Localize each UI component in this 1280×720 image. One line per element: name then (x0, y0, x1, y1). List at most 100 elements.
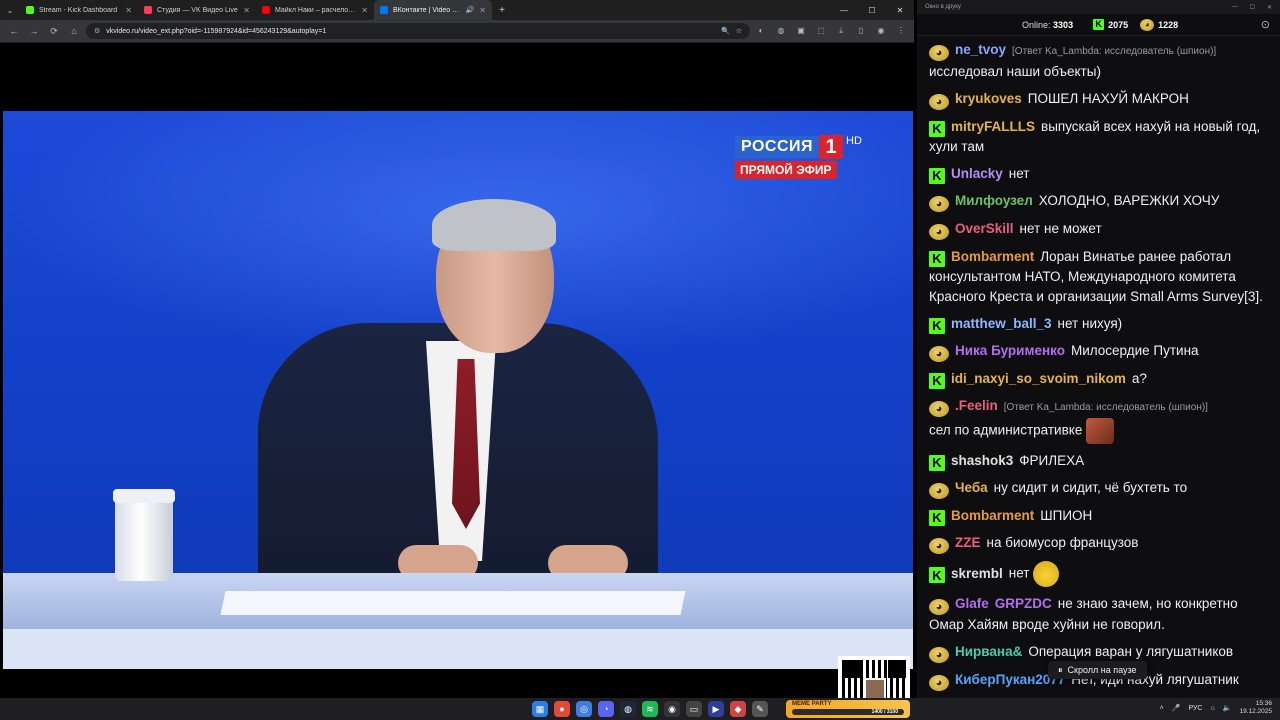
network-icon[interactable]: ⌂ (1211, 705, 1215, 712)
kick-platform-icon: K (929, 120, 945, 137)
meme-party-widget[interactable]: MEME PARTY 1400 / 3100 (786, 700, 910, 718)
chat-username[interactable]: Glafe (955, 596, 989, 611)
chat-message: ◕ Чеба ну сидит и сидит, чё бухтеть то (929, 474, 1270, 502)
chat-username[interactable]: Ника Бурименко (955, 343, 1065, 358)
chat-username[interactable]: Bombarment (951, 249, 1034, 264)
new-tab-button[interactable]: + (492, 0, 512, 20)
chat-message: Kshashok3 ФРИЛЕХА (929, 447, 1270, 474)
close-window-icon[interactable]: ✕ (886, 0, 914, 20)
chat-username[interactable]: Unlacky (951, 166, 1003, 181)
tab-kick-dashboard[interactable]: Stream - Kick Dashboard ✕ (20, 0, 138, 20)
zoom-icon[interactable]: 🔍 (721, 27, 730, 35)
taskbar: ▦ ● ◎ ◔ ◍ ≋ ◉ ▭ ▶ ◆ ✎ MEME PARTY 1400 / … (0, 698, 1280, 720)
widget-progress: 1400 / 3100 (792, 709, 904, 715)
chat-username-secondary[interactable]: GRPZDC (995, 596, 1052, 611)
speaker-icon[interactable]: 🔊 (466, 6, 475, 14)
bookmark-star-icon[interactable]: ☆ (736, 27, 742, 35)
settings-icon[interactable]: ⊙ (1261, 18, 1270, 31)
tab-vk-studio[interactable]: Студия — VK Видео Live ✕ (138, 0, 256, 20)
close-tab-icon[interactable]: ✕ (125, 6, 132, 15)
chat-message: K Unlacky нет (929, 160, 1270, 187)
extensions-bar: ◐ ◍ ▣ ⬚ ⤓ ▯ ◉ ⋮ (754, 26, 908, 36)
clock-date: 19.12.2025 (1239, 708, 1272, 715)
vk-platform-icon: ◕ (929, 483, 949, 499)
chat-username[interactable]: ZZE (955, 535, 981, 550)
platform-badge: ◕ (929, 224, 949, 240)
microphone-icon[interactable]: 🎤 (1172, 704, 1181, 712)
chat-username[interactable]: Чеба (955, 480, 988, 495)
maximize-icon[interactable]: ☐ (1250, 4, 1255, 11)
home-icon[interactable]: ⌂ (66, 26, 82, 36)
chat-username[interactable]: shashok3 (951, 453, 1013, 468)
scroll-paused-button[interactable]: ⏸ Скролл на паузе (1048, 661, 1147, 679)
chat-text: нет нихуя) (1057, 316, 1123, 331)
spotify-icon[interactable]: ≋ (642, 701, 658, 717)
site-info-icon[interactable]: ⚙ (94, 27, 100, 35)
chat-username[interactable]: kryukoves (955, 91, 1022, 106)
channel-number: 1 (819, 135, 844, 159)
app-icon[interactable]: ▶ (708, 701, 724, 717)
reload-icon[interactable]: ⟳ (46, 26, 62, 37)
video-player[interactable]: РОССИЯ 1 HD ПРЯМОЙ ЭФИР (3, 111, 913, 669)
extension-icon[interactable]: ▣ (794, 26, 808, 36)
url-field[interactable]: ⚙ vkvideo.ru/video_ext.php?oid=-11598792… (86, 23, 750, 39)
kick-platform-icon: K (929, 509, 945, 526)
chat-username[interactable]: OverSkill (955, 221, 1014, 236)
chat-message: Kskrembl нет (929, 557, 1270, 590)
kick-count: 2075 (1108, 19, 1129, 30)
maximize-icon[interactable]: ☐ (858, 0, 886, 20)
close-tab-icon[interactable]: ✕ (361, 6, 368, 15)
app-icon[interactable]: ▭ (686, 701, 702, 717)
close-tab-icon[interactable]: ✕ (243, 6, 250, 15)
chat-username[interactable]: mitryFALLLS (951, 119, 1035, 134)
chat-username[interactable]: Нирвана& (955, 644, 1022, 659)
kick-platform-icon: K (929, 167, 945, 184)
minimize-icon[interactable]: — (830, 0, 858, 20)
back-arrow-icon[interactable]: ← (6, 26, 22, 36)
start-icon[interactable]: ▦ (532, 701, 548, 717)
close-tab-icon[interactable]: ✕ (479, 6, 486, 15)
tab-search-icon[interactable]: ⌄ (0, 0, 20, 20)
puzzle-icon[interactable]: ⬚ (814, 26, 828, 36)
discord-icon[interactable]: ◔ (598, 701, 614, 717)
steam-icon[interactable]: ◍ (620, 701, 636, 717)
extension-icon[interactable]: ◐ (754, 26, 768, 36)
chat-text: Милосердие Путина (1070, 343, 1199, 358)
minimize-icon[interactable]: — (1232, 4, 1238, 11)
close-window-icon[interactable]: ✕ (1267, 4, 1272, 11)
pause-icon: ⏸ (1058, 664, 1063, 675)
chat-text: ПОШЕЛ НАХУЙ МАКРОН (1027, 91, 1189, 106)
app-icon[interactable]: ✎ (752, 701, 768, 717)
chat-username[interactable]: ne_tvoy (955, 42, 1006, 57)
chat-messages[interactable]: ◕ ne_tvoy [Ответ Ka_Lambda: исследователь … (917, 36, 1280, 698)
language-indicator[interactable]: РУС (1188, 705, 1202, 712)
app-icon[interactable]: ◆ (730, 701, 746, 717)
profile-icon[interactable]: ◉ (874, 26, 888, 36)
chrome-icon[interactable]: ● (554, 701, 570, 717)
search-icon[interactable]: ◎ (576, 701, 592, 717)
chat-username[interactable]: idi_naxyi_so_svoim_nikom (951, 371, 1126, 386)
download-icon[interactable]: ⤓ (834, 26, 848, 36)
chat-username[interactable]: Милфоузел (955, 193, 1033, 208)
forward-arrow-icon[interactable]: → (26, 26, 42, 36)
clock[interactable]: 15:36 19.12.2025 (1239, 700, 1272, 716)
sidebar-icon[interactable]: ▯ (854, 26, 868, 36)
obs-icon[interactable]: ◉ (664, 701, 680, 717)
window-controls: — ☐ ✕ (830, 0, 914, 20)
chat-username[interactable]: .Feelin (955, 398, 998, 413)
menu-dots-icon[interactable]: ⋮ (894, 26, 908, 36)
chat-username[interactable]: skrembl (951, 566, 1003, 581)
chat-username[interactable]: matthew_ball_3 (951, 316, 1052, 331)
platform-badge: K (929, 567, 945, 584)
tab-youtube[interactable]: Майкл Наки – расчеловечива... ✕ (256, 0, 374, 20)
vk-platform-icon: ◕ (929, 538, 949, 554)
tab-vk-video-ext[interactable]: ВКонтакте | Video Ext 🔊 ✕ (374, 0, 492, 20)
chat-username[interactable]: Bombarment (951, 508, 1034, 523)
chat-text: нет не может (1019, 221, 1102, 236)
volume-icon[interactable]: 🔈 (1223, 704, 1232, 712)
tab-title: Майкл Наки – расчеловечива... (275, 6, 356, 14)
chat-titlebar: Окно в друку — ☐ ✕ (917, 0, 1280, 14)
chevron-up-icon[interactable]: ˄ (1160, 705, 1164, 712)
chat-message: ◕ Ника Бурименко Милосердие Путина (929, 337, 1270, 365)
extension-icon[interactable]: ◍ (774, 26, 788, 36)
